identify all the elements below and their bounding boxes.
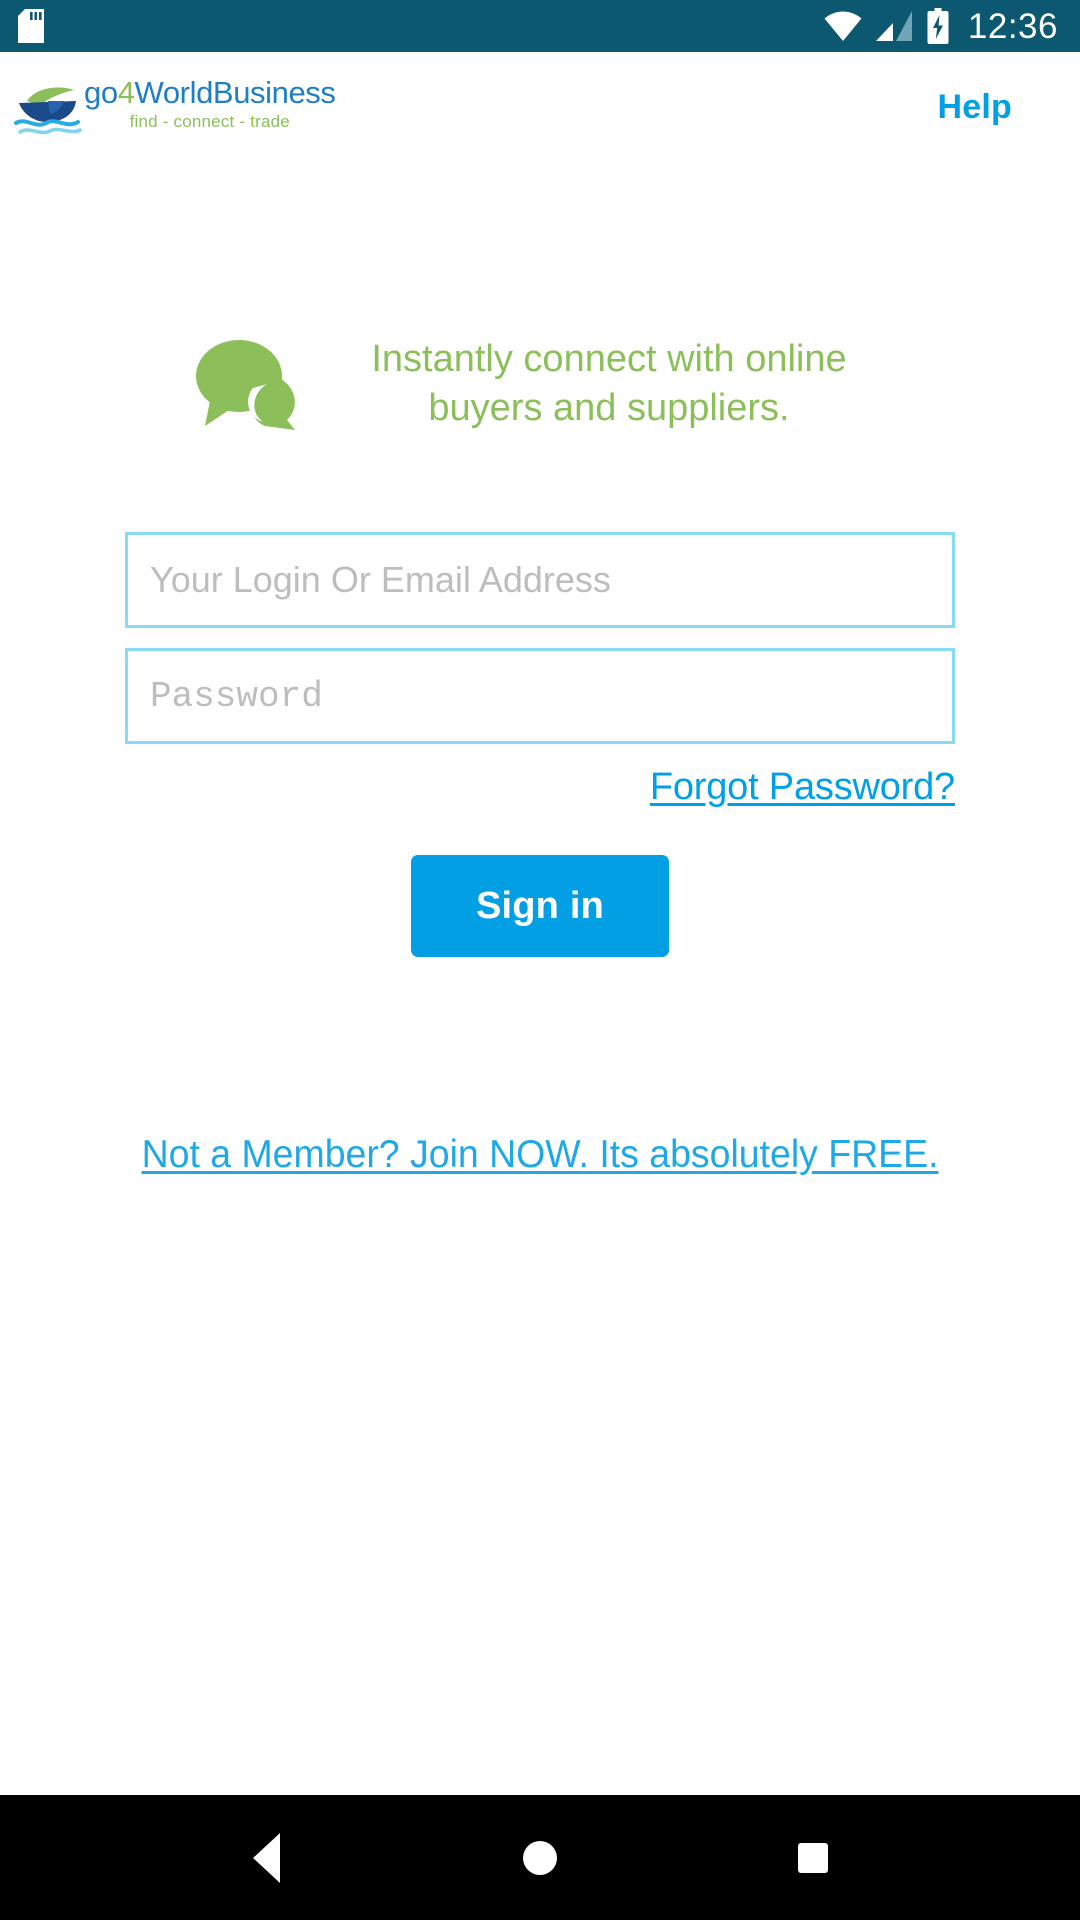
brand-tagline: find - connect - trade: [129, 111, 290, 131]
nav-recents-button[interactable]: [765, 1810, 861, 1906]
promo-banner: Instantly connect with online buyers and…: [0, 334, 1080, 434]
status-bar: 12:36: [0, 0, 1080, 52]
forgot-password-link[interactable]: Forgot Password?: [650, 766, 955, 809]
login-form: Forgot Password? Sign in Not a Member? J…: [125, 434, 955, 1177]
wifi-icon: [824, 11, 862, 41]
main-content: Instantly connect with online buyers and…: [0, 162, 1080, 1795]
signin-button[interactable]: Sign in: [411, 855, 669, 957]
recents-square-icon: [798, 1842, 829, 1873]
email-input[interactable]: [125, 532, 955, 628]
brand-name-part2: WorldBusiness: [134, 75, 336, 110]
brand-logo: go4WorldBusiness find - connect - trade: [14, 75, 336, 137]
help-link[interactable]: Help: [938, 88, 1012, 127]
ship-logo-icon: [14, 87, 82, 135]
brand-text: go4WorldBusiness find - connect - trade: [84, 75, 336, 132]
app-header: go4WorldBusiness find - connect - trade …: [0, 52, 1080, 162]
forgot-password-row: Forgot Password?: [125, 766, 955, 809]
status-bar-left: [18, 9, 44, 43]
sd-card-icon: [18, 9, 44, 43]
join-row: Not a Member? Join NOW. Its absolutely F…: [125, 1133, 955, 1177]
android-navigation-bar: [0, 1795, 1080, 1920]
promo-text: Instantly connect with online buyers and…: [371, 338, 847, 429]
nav-home-button[interactable]: [492, 1810, 588, 1906]
brand-name: go4WorldBusiness: [84, 75, 336, 110]
password-input[interactable]: [125, 648, 955, 744]
cellular-signal-icon: [875, 11, 912, 41]
back-triangle-icon: [253, 1832, 281, 1883]
battery-charging-icon: [927, 8, 949, 44]
login-screen: 12:36 go4WorldBusiness find - connect - …: [0, 0, 1080, 1920]
chat-bubbles-icon: [196, 340, 295, 430]
signin-row: Sign in: [125, 855, 955, 957]
home-circle-icon: [522, 1840, 557, 1875]
join-now-link[interactable]: Not a Member? Join NOW. Its absolutely F…: [142, 1133, 939, 1177]
status-bar-right: 12:36: [824, 8, 1058, 44]
status-bar-clock: 12:36: [967, 6, 1058, 46]
brand-name-accent: 4: [117, 75, 135, 110]
brand-name-part1: go: [84, 75, 118, 110]
nav-back-button[interactable]: [219, 1810, 315, 1906]
